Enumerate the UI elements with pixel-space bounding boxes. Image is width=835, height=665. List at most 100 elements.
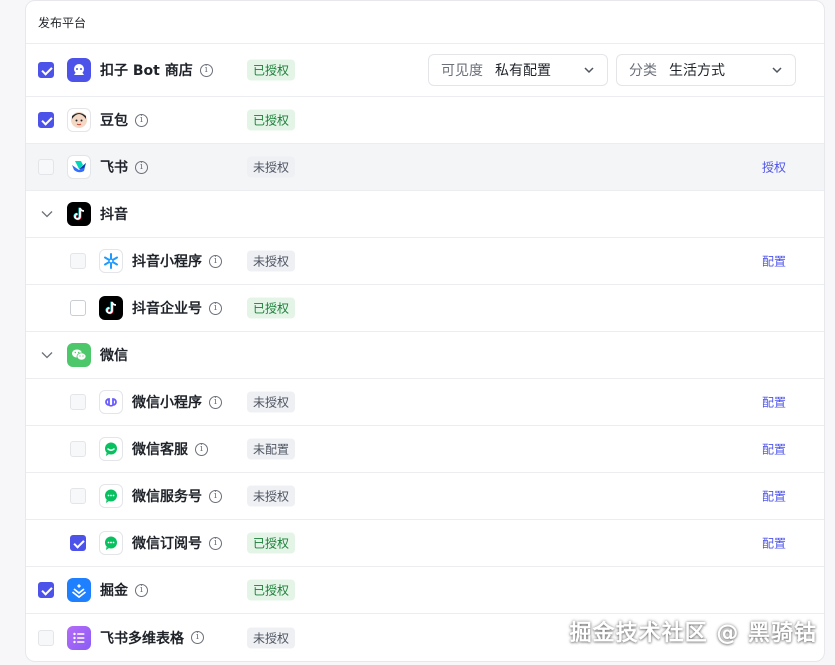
watermark: 掘金技术社区 @ 黑骑钴 <box>569 621 817 646</box>
visibility-label: 可见度 <box>441 63 483 79</box>
wechat-miniapp-icon <box>99 390 123 414</box>
douyin-logo-icon <box>99 296 123 320</box>
info-icon[interactable]: i <box>191 631 204 644</box>
doubao-name-label: 豆包 <box>100 113 128 129</box>
platform-row-coze: 扣子 Bot 商店 i 已授权 可见度 私有配置 分类 生活方式 <box>26 44 824 97</box>
info-icon[interactable]: i <box>135 583 148 597</box>
status-badge: 未授权 <box>247 391 296 413</box>
platform-row-wechat-subscription: 微信订阅号 i 已授权 配置 <box>26 520 824 567</box>
configure-link[interactable]: 配置 <box>762 535 786 552</box>
douyin-group-name: 抖音 <box>100 204 128 224</box>
feishu-checkbox[interactable] <box>38 159 54 175</box>
info-icon[interactable]: i <box>209 536 222 550</box>
status-badge: 已授权 <box>247 532 296 554</box>
coze-logo-icon <box>67 58 91 82</box>
wechat-service-checkbox[interactable] <box>70 441 86 457</box>
info-icon[interactable]: i <box>195 442 208 456</box>
douyin-miniapp-label: 抖音小程序 <box>132 254 202 270</box>
wechat-logo-icon <box>67 343 91 367</box>
status-badge: 未授权 <box>247 250 296 272</box>
configure-link[interactable]: 配置 <box>762 441 786 458</box>
coze-checkbox[interactable] <box>38 62 54 78</box>
info-icon[interactable]: i <box>199 63 213 77</box>
status-badge: 已授权 <box>247 59 296 81</box>
wechat-group-name: 微信 <box>100 345 128 365</box>
coze-name: 扣子 Bot 商店 i <box>100 60 213 80</box>
juejin-name-label: 掘金 <box>100 583 128 599</box>
chevron-down-icon <box>772 67 782 74</box>
status-badge: 未授权 <box>247 156 296 178</box>
chat-bubble-icon <box>99 531 123 555</box>
chevron-down-icon[interactable] <box>40 207 54 221</box>
info-icon[interactable]: i <box>135 113 148 127</box>
panel-title: 发布平台 <box>26 1 824 44</box>
status-badge: 已授权 <box>247 297 296 319</box>
doubao-name: 豆包 i <box>100 110 148 130</box>
juejin-logo-icon <box>67 578 91 602</box>
douyin-miniapp-icon <box>99 249 123 273</box>
platform-row-juejin: 掘金 i 已授权 <box>26 567 824 614</box>
feishu-bitable-label: 飞书多维表格 <box>100 630 184 647</box>
chevron-down-icon <box>584 67 594 74</box>
category-select[interactable]: 分类 生活方式 <box>616 54 796 86</box>
chat-bubble-icon <box>99 437 123 461</box>
coze-name-label: 扣子 Bot 商店 <box>100 63 193 79</box>
info-icon[interactable]: i <box>209 395 222 409</box>
feishu-bitable-checkbox[interactable] <box>38 629 54 646</box>
status-badge: 已授权 <box>247 109 296 131</box>
douyin-enterprise-name: 抖音企业号 i <box>132 298 222 318</box>
status-badge: 未配置 <box>247 438 296 460</box>
group-row-wechat[interactable]: 微信 <box>26 332 824 379</box>
feishu-name: 飞书 i <box>100 157 148 177</box>
configure-link[interactable]: 配置 <box>762 394 786 411</box>
group-row-douyin[interactable]: 抖音 <box>26 191 824 238</box>
wechat-subscription-label: 微信订阅号 <box>132 536 202 552</box>
visibility-select[interactable]: 可见度 私有配置 <box>428 54 608 86</box>
wechat-official-label: 微信服务号 <box>132 489 202 505</box>
publish-platform-panel: 发布平台 扣子 Bot 商店 i 已授权 可见度 私有配置 分类 生活方式 豆包 <box>25 0 825 662</box>
wechat-miniapp-name: 微信小程序 i <box>132 392 222 412</box>
info-icon[interactable]: i <box>135 160 148 174</box>
visibility-value: 私有配置 <box>495 63 551 79</box>
info-icon[interactable]: i <box>209 254 222 268</box>
wechat-miniapp-label: 微信小程序 <box>132 395 202 411</box>
wechat-miniapp-checkbox[interactable] <box>70 394 86 410</box>
wechat-group-label: 微信 <box>100 348 128 364</box>
wechat-service-name: 微信客服 i <box>132 439 208 459</box>
status-badge: 已授权 <box>247 579 296 601</box>
feishu-logo-icon <box>67 155 91 179</box>
wechat-subscription-checkbox[interactable] <box>70 535 86 551</box>
doubao-avatar-icon <box>67 108 91 132</box>
platform-row-doubao: 豆包 i 已授权 <box>26 97 824 144</box>
info-icon[interactable]: i <box>209 301 222 315</box>
juejin-name: 掘金 i <box>100 580 148 600</box>
juejin-checkbox[interactable] <box>38 582 54 598</box>
feishu-name-label: 飞书 <box>100 160 128 176</box>
configure-link[interactable]: 配置 <box>762 253 786 270</box>
douyin-enterprise-checkbox[interactable] <box>70 300 86 316</box>
doubao-checkbox[interactable] <box>38 112 54 128</box>
authorize-link[interactable]: 授权 <box>762 159 786 176</box>
bitable-logo-icon <box>67 625 91 650</box>
douyin-group-label: 抖音 <box>100 207 128 223</box>
status-badge: 未授权 <box>247 627 296 648</box>
wechat-service-label: 微信客服 <box>132 442 188 458</box>
douyin-enterprise-label: 抖音企业号 <box>132 301 202 317</box>
douyin-miniapp-name: 抖音小程序 i <box>132 251 222 271</box>
platform-row-wechat-miniapp: 微信小程序 i 未授权 配置 <box>26 379 824 426</box>
wechat-official-checkbox[interactable] <box>70 488 86 504</box>
info-icon[interactable]: i <box>209 489 222 503</box>
douyin-logo-icon <box>67 202 91 226</box>
configure-link[interactable]: 配置 <box>762 488 786 505</box>
wechat-subscription-name: 微信订阅号 i <box>132 533 222 553</box>
platform-row-feishu: 飞书 i 未授权 授权 <box>26 144 824 191</box>
feishu-bitable-name: 飞书多维表格 i <box>100 628 204 648</box>
platform-row-wechat-service: 微信客服 i 未配置 配置 <box>26 426 824 473</box>
douyin-miniapp-checkbox[interactable] <box>70 253 86 269</box>
chevron-down-icon[interactable] <box>40 348 54 362</box>
category-label: 分类 <box>629 63 657 79</box>
wechat-official-name: 微信服务号 i <box>132 486 222 506</box>
platform-row-wechat-official: 微信服务号 i 未授权 配置 <box>26 473 824 520</box>
status-badge: 未授权 <box>247 485 296 507</box>
platform-row-douyin-miniapp: 抖音小程序 i 未授权 配置 <box>26 238 824 285</box>
